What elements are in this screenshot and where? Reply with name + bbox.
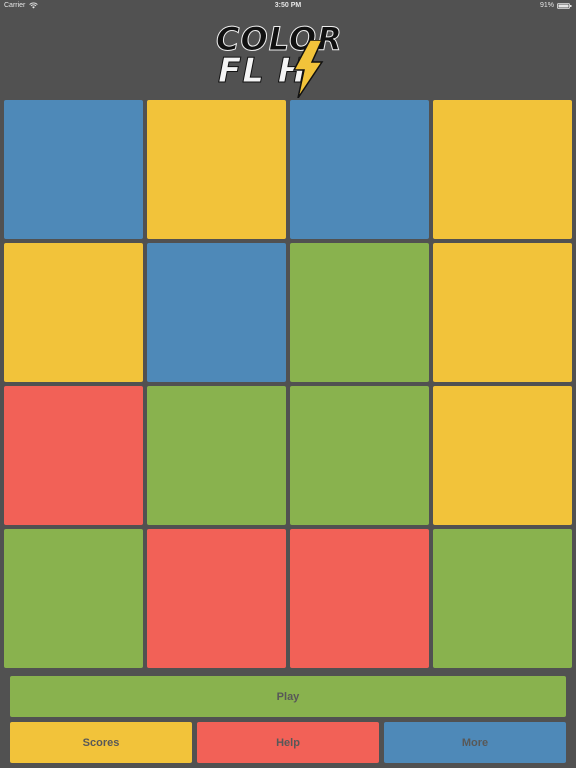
- scores-button[interactable]: Scores: [10, 722, 192, 763]
- status-time: 3:50 PM: [274, 2, 302, 9]
- play-button[interactable]: Play: [10, 676, 566, 717]
- color-grid: [4, 100, 572, 668]
- help-button[interactable]: Help: [197, 722, 379, 763]
- tile-yellow[interactable]: [433, 243, 572, 382]
- status-bar: Carrier 3:50 PM 91%: [0, 0, 576, 12]
- more-button[interactable]: More: [384, 722, 566, 763]
- lightning-bolt-icon: [292, 40, 324, 98]
- color-flash-logo: COLOR FL H: [210, 20, 370, 98]
- battery-percentage: 91%: [539, 2, 554, 9]
- tile-yellow[interactable]: [147, 100, 286, 239]
- battery-icon: [557, 3, 572, 9]
- tile-green[interactable]: [290, 386, 429, 525]
- tile-green[interactable]: [290, 243, 429, 382]
- tile-green[interactable]: [4, 529, 143, 668]
- tile-red[interactable]: [290, 529, 429, 668]
- tile-yellow[interactable]: [433, 386, 572, 525]
- tile-red[interactable]: [147, 529, 286, 668]
- tile-red[interactable]: [4, 386, 143, 525]
- tile-blue[interactable]: [290, 100, 429, 239]
- tile-green[interactable]: [433, 529, 572, 668]
- tile-blue[interactable]: [147, 243, 286, 382]
- tile-yellow[interactable]: [433, 100, 572, 239]
- tile-yellow[interactable]: [4, 243, 143, 382]
- tile-blue[interactable]: [4, 100, 143, 239]
- tile-green[interactable]: [147, 386, 286, 525]
